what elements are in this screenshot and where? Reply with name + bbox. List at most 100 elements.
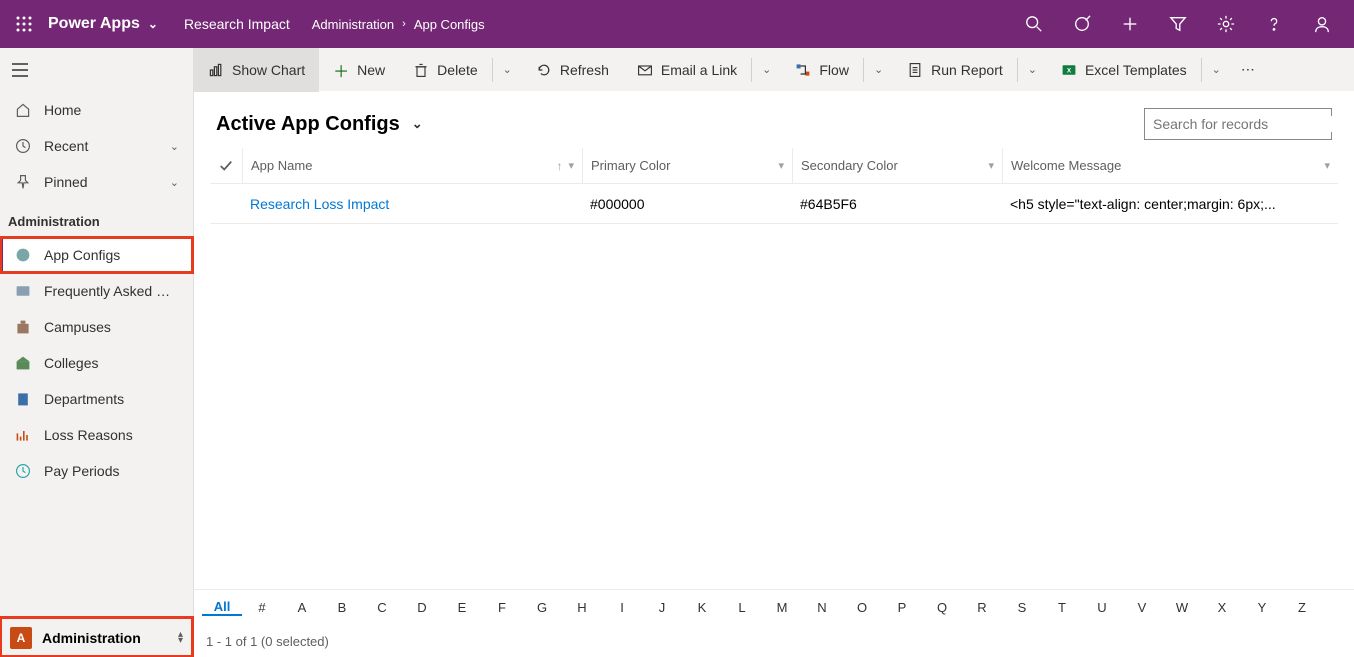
alpha-d[interactable]: D: [402, 600, 442, 615]
row-link-appname[interactable]: Research Loss Impact: [250, 196, 389, 212]
refresh-icon: [536, 62, 552, 78]
alpha-m[interactable]: M: [762, 600, 802, 615]
alpha-g[interactable]: G: [522, 600, 562, 615]
hamburger-icon[interactable]: [0, 48, 193, 92]
view-title[interactable]: Active App Configs ⌄: [216, 113, 423, 136]
sidebar-group-title: Administration: [0, 200, 193, 237]
alpha-a[interactable]: A: [282, 600, 322, 615]
alpha-r[interactable]: R: [962, 600, 1002, 615]
alpha-i[interactable]: I: [602, 600, 642, 615]
sidebar-item-app-configs[interactable]: App Configs: [0, 237, 193, 273]
cmd-new[interactable]: ＋New: [319, 48, 399, 92]
breadcrumb-item[interactable]: Administration: [312, 17, 394, 32]
alpha-t[interactable]: T: [1042, 600, 1082, 615]
cmd-overflow[interactable]: ⋯: [1231, 48, 1267, 92]
home-icon: [14, 101, 32, 119]
environment-name[interactable]: Research Impact: [184, 16, 290, 32]
cmd-flow[interactable]: Flow: [781, 48, 863, 92]
alpha-c[interactable]: C: [362, 600, 402, 615]
dept-icon: [14, 390, 32, 408]
column-header-primary[interactable]: Primary Color ▾: [582, 148, 792, 183]
content-area: Show Chart＋NewDelete⌄RefreshEmail a Link…: [194, 48, 1354, 657]
breadcrumb-item[interactable]: App Configs: [414, 17, 485, 32]
sidebar-item-frequently-asked-qu-[interactable]: Frequently Asked Qu...: [0, 273, 193, 309]
area-switcher[interactable]: A Administration ▴▾: [0, 617, 193, 657]
grid-header: App Name ↑▾ Primary Color ▾ Secondary Co…: [210, 148, 1338, 184]
alpha-k[interactable]: K: [682, 600, 722, 615]
search-icon[interactable]: [1010, 0, 1058, 48]
plus-icon[interactable]: [1106, 0, 1154, 48]
select-all-checkbox[interactable]: [210, 148, 242, 183]
trash-icon: [413, 62, 429, 78]
chevron-right-icon: ›: [402, 18, 406, 30]
sidebar-item-colleges[interactable]: Colleges: [0, 345, 193, 381]
sidebar-item-loss-reasons[interactable]: Loss Reasons: [0, 417, 193, 453]
filter-icon[interactable]: ▾: [1324, 159, 1330, 172]
help-icon[interactable]: [1250, 0, 1298, 48]
alpha-z[interactable]: Z: [1282, 600, 1322, 615]
alpha-h[interactable]: H: [562, 600, 602, 615]
target-icon[interactable]: [1058, 0, 1106, 48]
app-launcher-icon[interactable]: [8, 0, 40, 48]
alpha-x[interactable]: X: [1202, 600, 1242, 615]
cmd-flow-dropdown[interactable]: ⌄: [864, 48, 893, 92]
sidebar-item-pay-periods[interactable]: Pay Periods: [0, 453, 193, 489]
loss-icon: [14, 426, 32, 444]
view-header: Active App Configs ⌄: [194, 92, 1354, 148]
alpha-e[interactable]: E: [442, 600, 482, 615]
table-row[interactable]: Research Loss Impact#000000#64B5F6<h5 st…: [210, 184, 1338, 224]
user-icon[interactable]: [1298, 0, 1346, 48]
cell-primary: #000000: [582, 184, 792, 223]
alpha-#[interactable]: #: [242, 600, 282, 615]
cmd-excel-templates[interactable]: XExcel Templates: [1047, 48, 1201, 92]
alpha-u[interactable]: U: [1082, 600, 1122, 615]
chevron-down-icon: ⌄: [170, 140, 179, 153]
app-title[interactable]: Power Apps ⌄: [40, 15, 166, 33]
filter-icon[interactable]: ▾: [568, 159, 574, 173]
sidebar-item-departments[interactable]: Departments: [0, 381, 193, 417]
row-checkbox[interactable]: [210, 184, 242, 223]
column-header-welcome[interactable]: Welcome Message ▾: [1002, 148, 1338, 183]
sidebar-item-home[interactable]: Home: [0, 92, 193, 128]
column-header-appname[interactable]: App Name ↑▾: [242, 148, 582, 183]
header-icon-bar: [1010, 0, 1346, 48]
alpha-b[interactable]: B: [322, 600, 362, 615]
chevron-down-icon: ⌄: [148, 17, 158, 31]
cmd-run-report[interactable]: Run Report: [893, 48, 1017, 92]
record-count-label: 1 - 1 of 1 (0 selected): [206, 634, 329, 649]
alpha-w[interactable]: W: [1162, 600, 1202, 615]
sort-asc-icon[interactable]: ↑: [556, 159, 562, 173]
column-label: Secondary Color: [801, 158, 898, 173]
cmd-run-report-dropdown[interactable]: ⌄: [1018, 48, 1047, 92]
alpha-o[interactable]: O: [842, 600, 882, 615]
sidebar-item-recent[interactable]: Recent⌄: [0, 128, 193, 164]
alpha-n[interactable]: N: [802, 600, 842, 615]
sidebar-item-pinned[interactable]: Pinned⌄: [0, 164, 193, 200]
search-records-box[interactable]: [1144, 108, 1332, 140]
filter-icon[interactable]: ▾: [778, 159, 784, 172]
sidebar-item-campuses[interactable]: Campuses: [0, 309, 193, 345]
cmd-email-a-link[interactable]: Email a Link: [623, 48, 751, 92]
cmd-show-chart[interactable]: Show Chart: [194, 48, 319, 92]
alpha-y[interactable]: Y: [1242, 600, 1282, 615]
column-header-secondary[interactable]: Secondary Color ▾: [792, 148, 1002, 183]
alpha-p[interactable]: P: [882, 600, 922, 615]
sidebar-item-label: Colleges: [44, 355, 179, 371]
gear-icon[interactable]: [1202, 0, 1250, 48]
filter-icon[interactable]: [1154, 0, 1202, 48]
cmd-email-a-link-dropdown[interactable]: ⌄: [752, 48, 781, 92]
cmd-delete[interactable]: Delete: [399, 48, 491, 92]
cmd-excel-templates-dropdown[interactable]: ⌄: [1202, 48, 1231, 92]
cmd-refresh[interactable]: Refresh: [522, 48, 623, 92]
alpha-f[interactable]: F: [482, 600, 522, 615]
alpha-j[interactable]: J: [642, 600, 682, 615]
filter-icon[interactable]: ▾: [988, 159, 994, 172]
alpha-q[interactable]: Q: [922, 600, 962, 615]
alpha-l[interactable]: L: [722, 600, 762, 615]
alpha-all[interactable]: All: [202, 599, 242, 616]
alpha-s[interactable]: S: [1002, 600, 1042, 615]
alpha-v[interactable]: V: [1122, 600, 1162, 615]
search-input[interactable]: [1153, 116, 1334, 132]
cmd-delete-dropdown[interactable]: ⌄: [493, 48, 522, 92]
updown-icon: ▴▾: [178, 632, 183, 644]
